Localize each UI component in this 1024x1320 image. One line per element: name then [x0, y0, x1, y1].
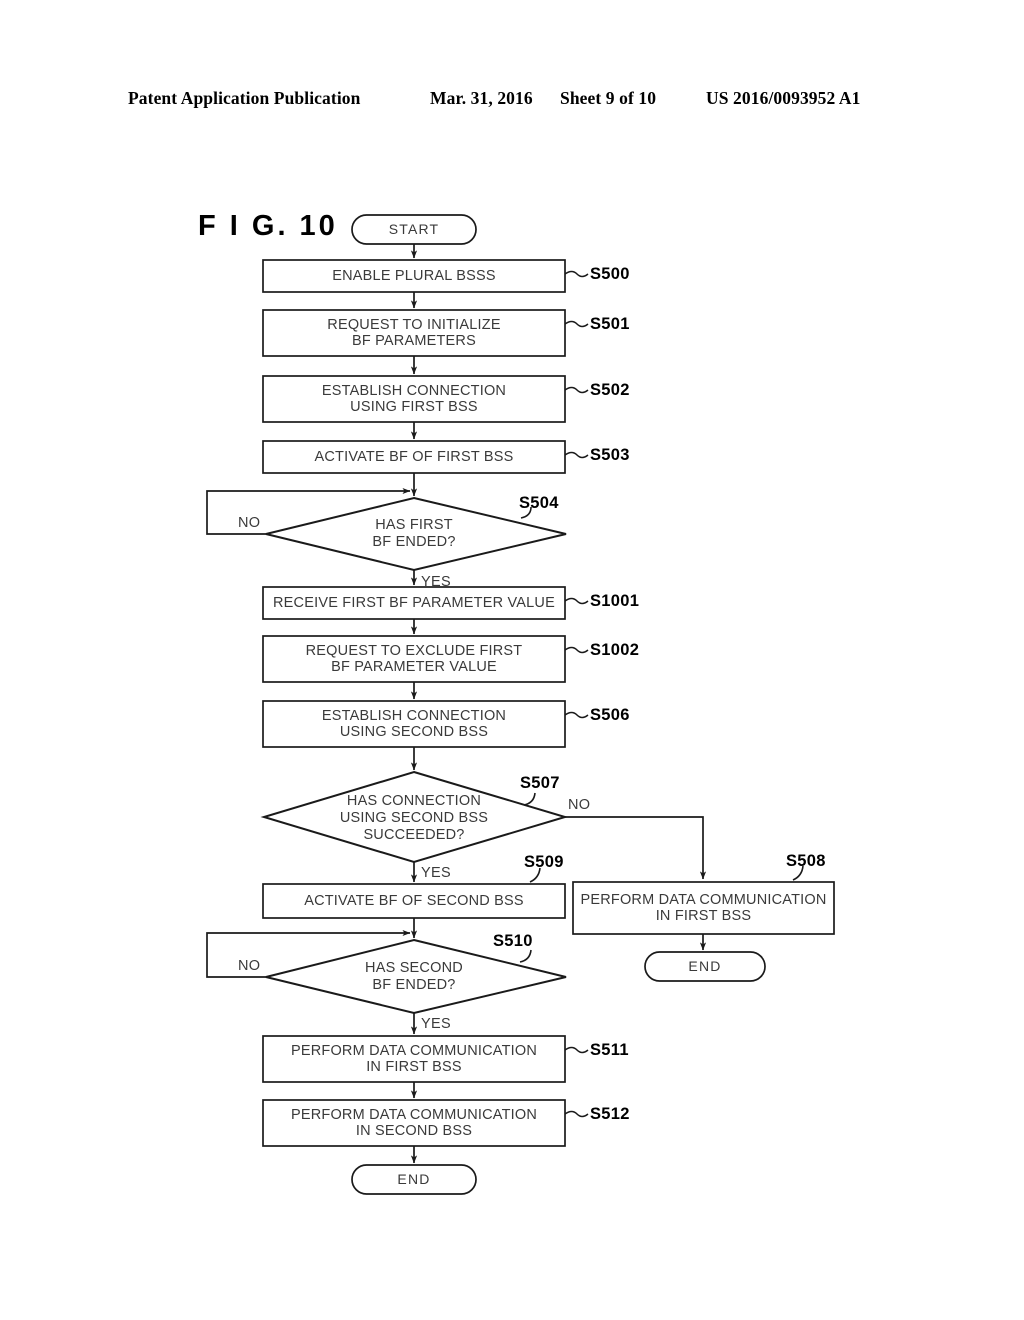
node-s502-label: ESTABLISH CONNECTION USING FIRST BSS — [321, 382, 507, 416]
leader-s500 — [564, 270, 589, 278]
node-s512-label: PERFORM DATA COMMUNICATION IN SECOND BSS — [290, 1106, 538, 1140]
branch-label-s507-no: NO — [568, 797, 591, 813]
branch-label-s510-yes: YES — [421, 1016, 451, 1032]
step-ref-s511: S511 — [590, 1041, 629, 1059]
node-s501-label: REQUEST TO INITIALIZE BF PARAMETERS — [327, 316, 501, 350]
node-s507-label: HAS CONNECTION USING SECOND BSS SUCCEEDE… — [339, 792, 489, 843]
branch-label-s507-yes: YES — [421, 865, 451, 881]
step-ref-s509: S509 — [524, 853, 564, 871]
leader-s506 — [564, 711, 589, 719]
node-s503-label: ACTIVATE BF OF FIRST BSS — [314, 448, 514, 465]
edge-s507-no-to-s508 — [565, 816, 707, 880]
branch-label-s510-no: NO — [238, 958, 261, 974]
step-ref-s510: S510 — [493, 932, 533, 950]
step-ref-s507: S507 — [520, 774, 560, 792]
node-s511-label: PERFORM DATA COMMUNICATION IN FIRST BSS — [290, 1042, 538, 1076]
node-end-bottom-label: END — [397, 1171, 431, 1188]
node-start-label: START — [388, 221, 440, 238]
leader-s512 — [564, 1110, 589, 1118]
leader-s1002 — [564, 646, 589, 654]
step-ref-s1001: S1001 — [590, 592, 640, 610]
leader-s503 — [564, 451, 589, 459]
leader-s501 — [564, 320, 589, 328]
leader-s511 — [564, 1046, 589, 1054]
leader-s507-curve — [523, 792, 536, 806]
node-s508-label: PERFORM DATA COMMUNICATION IN FIRST BSS — [580, 891, 827, 925]
leader-s502 — [564, 386, 589, 394]
node-s1001-label: RECEIVE FIRST BF PARAMETER VALUE — [273, 594, 555, 611]
node-end-right-label: END — [688, 958, 722, 975]
leader-s510-curve — [519, 949, 532, 963]
node-s1002-label: REQUEST TO EXCLUDE FIRST BF PARAMETER VA… — [305, 642, 523, 676]
step-ref-s512: S512 — [590, 1105, 630, 1123]
step-ref-s503: S503 — [590, 446, 630, 464]
step-ref-s506: S506 — [590, 706, 630, 724]
node-s504-label: HAS FIRST BF ENDED? — [372, 517, 456, 550]
leader-s1001 — [564, 597, 589, 605]
step-ref-s504: S504 — [519, 494, 559, 512]
step-ref-s508: S508 — [786, 852, 826, 870]
step-ref-s501: S501 — [590, 315, 630, 333]
branch-label-s504-no: NO — [238, 515, 261, 531]
branch-label-s504-yes: YES — [421, 574, 451, 590]
step-ref-s500: S500 — [590, 265, 630, 283]
node-s500-label: ENABLE PLURAL BSSS — [332, 267, 496, 284]
node-s506-label: ESTABLISH CONNECTION USING SECOND BSS — [321, 707, 507, 741]
step-ref-s502: S502 — [590, 381, 630, 399]
node-s509-label: ACTIVATE BF OF SECOND BSS — [304, 892, 524, 909]
step-ref-s1002: S1002 — [590, 641, 640, 659]
node-s510-label: HAS SECOND BF ENDED? — [365, 960, 463, 993]
